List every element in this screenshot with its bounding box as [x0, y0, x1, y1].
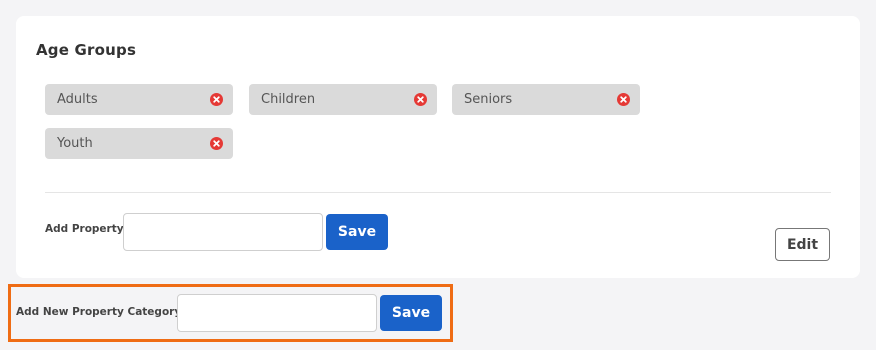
close-circle-icon[interactable]: [617, 93, 630, 106]
chip-label: Seniors: [464, 92, 513, 107]
chip-label: Youth: [57, 136, 93, 151]
new-category-save-button[interactable]: Save: [380, 295, 442, 331]
close-circle-icon[interactable]: [210, 137, 223, 150]
chip-children: Children: [249, 84, 437, 115]
divider: [45, 192, 831, 193]
new-category-input[interactable]: [177, 294, 377, 332]
close-circle-icon[interactable]: [414, 93, 427, 106]
add-property-input[interactable]: [123, 213, 323, 251]
chip-label: Adults: [57, 92, 98, 107]
chip-seniors: Seniors: [452, 84, 640, 115]
card-title: Age Groups: [36, 41, 137, 59]
add-property-label: Add Property: [45, 223, 124, 235]
chip-label: Children: [261, 92, 316, 107]
add-property-save-button[interactable]: Save: [326, 214, 388, 250]
close-circle-icon[interactable]: [210, 93, 223, 106]
new-category-section: Add New Property Category Save: [8, 284, 453, 342]
add-new-category-label: Add New Property Category: [16, 306, 182, 318]
chip-adults: Adults: [45, 84, 233, 115]
chip-youth: Youth: [45, 128, 233, 159]
edit-button[interactable]: Edit: [775, 228, 830, 261]
age-groups-card: Age Groups Adults Children Seniors Youth…: [16, 16, 860, 278]
